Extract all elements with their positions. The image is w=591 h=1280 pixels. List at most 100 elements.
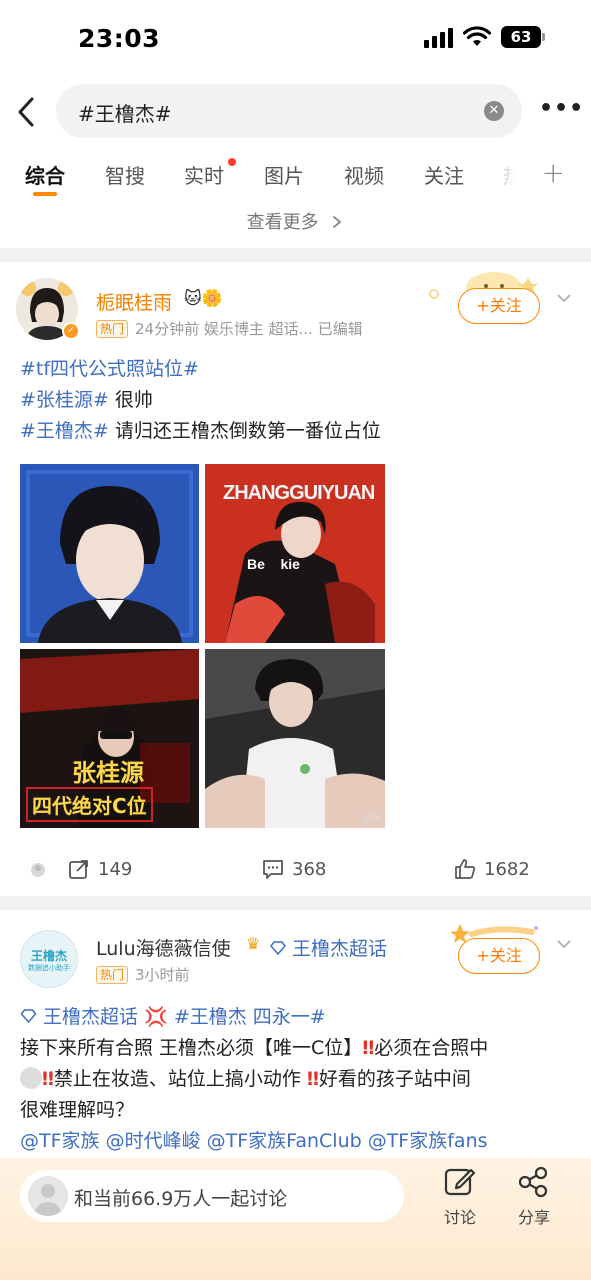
post-photo[interactable] [20,464,199,643]
username[interactable]: 栀眠桂雨 [96,288,172,315]
share-icon [518,1166,548,1198]
casual-photo [205,649,385,828]
tab-following[interactable]: 关注 [424,160,464,189]
post-card: 王橹杰 数据追小助手 Lulu海德薇信使 ♛ 王橹杰超话 热门 3小时前 +关注… [0,910,591,1170]
post-text: #tf四代公式照站位# #张桂源# 很帅 #王橹杰# 请归还王橹杰倒数第一番位占… [20,354,381,447]
discussion-input[interactable]: 和当前66.9万人一起讨论 [20,1170,404,1222]
share-label: 分享 [517,1208,550,1227]
post-line-text: 请归还王橹杰倒数第一番位占位 [108,420,381,442]
member-badge-icon: 🐱🌼 [184,289,223,309]
status-bar: 23:03 63 [0,0,591,80]
post-line: 接下来所有合照 王橹杰必须【唯一C位】‼必须在合照中 [20,1033,580,1064]
photo-caption: 张桂源 [72,759,144,787]
tab-realtime[interactable]: 实时 [184,160,224,189]
post-photo[interactable]: @TF [205,649,385,828]
photo-caption: Be kie [247,556,300,572]
see-more-link[interactable]: 查看更多 [0,208,591,234]
chevron-left-icon [18,97,34,127]
comment-icon [263,860,283,879]
avatar [28,1176,68,1216]
verified-badge-icon: ✓ [62,322,80,340]
photo-caption: 四代绝对C位 [26,787,153,822]
post-photo[interactable]: ZHANGGUIYUAN Be kie [205,464,385,643]
battery-icon: 63 [501,26,545,48]
photo-caption: @TF [361,814,381,824]
hot-badge: 热门 [96,319,129,338]
back-button[interactable] [12,94,44,130]
share-button[interactable]: 分享 [504,1166,564,1228]
discussion-placeholder: 和当前66.9万人一起讨论 [74,1188,288,1210]
follow-button[interactable]: +关注 [458,288,540,324]
hashtag-link[interactable]: #tf四代公式照站位# [20,358,199,380]
search-input[interactable]: #王橹杰# ✕ [56,84,522,138]
supertopic-link[interactable]: 王橹杰超话 [43,1006,138,1028]
search-query: #王橹杰# [78,102,172,126]
diamond-icon [270,941,286,956]
post-line-text: 很帅 [108,389,153,411]
post-line: #张桂源# 很帅 [20,385,381,416]
repost-icon [69,860,88,879]
post-line-text: 必须在合照中 [374,1037,489,1059]
hashtag-link[interactable]: #王橹杰# [20,420,109,442]
discuss-button[interactable]: 讨论 [430,1166,490,1228]
wifi-icon [463,26,491,46]
tab-smart-search[interactable]: 智搜 [105,160,145,189]
like-count: 1682 [484,858,530,880]
post-line: 王橹杰超话 💢 #王橹杰 四永一# [20,1002,580,1033]
tab-videos[interactable]: 视频 [344,160,384,189]
tab-comprehensive[interactable]: 综合 [25,160,65,189]
follow-button[interactable]: +关注 [458,938,540,974]
tab-images[interactable]: 图片 [264,160,304,189]
post-line-text: 禁止在妆造、站位上搞小动作 [53,1068,301,1090]
discuss-label: 讨论 [443,1208,476,1227]
user-icon [28,1176,68,1216]
supertopic-link[interactable]: 王橹杰超话 [270,934,387,961]
mentions[interactable]: @TF家族 @时代峰峻 @TF家族FanClub @TF家族fans [20,1126,580,1157]
chevron-down-icon[interactable] [556,936,572,952]
thumbs-up-icon [455,859,476,879]
post-line: #tf四代公式照站位# [20,354,381,385]
chevron-right-icon [333,216,342,228]
double-exclamation-icon: ‼ [362,1037,375,1059]
repost-button[interactable]: 149 [68,858,132,880]
search-row: #王橹杰# ✕ ••• [0,84,591,140]
avatar[interactable]: 王橹杰 数据追小助手 [20,930,78,988]
chevron-down-icon[interactable] [556,290,572,306]
hashtag-link[interactable]: #张桂源# [20,389,109,411]
tab-fade [480,156,530,196]
tab-bar: 综合 智搜 实时 图片 视频 关注 热 + [0,156,591,200]
floating-avatar [20,1067,42,1089]
portrait-photo [20,464,199,643]
post-meta-text: 24分钟前 娱乐博主 超话... 已编辑 [135,320,363,338]
post-photo[interactable]: 张桂源 四代绝对C位 [20,649,199,828]
double-exclamation-icon: ‼ [42,1068,54,1090]
small-avatar-icon [31,863,45,877]
avatar-text: 王橹杰 [30,949,67,963]
like-button[interactable]: 1682 [454,858,530,880]
section-divider [0,248,591,262]
see-more-label: 查看更多 [246,212,319,233]
post-meta-text: 3小时前 [135,966,190,984]
hot-badge: 热门 [96,965,129,984]
post-line-text: 很难理解吗？ [20,1099,135,1121]
clear-icon[interactable]: ✕ [484,101,504,121]
post-line: #王橹杰# 请归还王橹杰倒数第一番位占位 [20,416,381,447]
post-text: 王橹杰超话 💢 #王橹杰 四永一# 接下来所有合照 王橹杰必须【唯一C位】‼必须… [20,1002,580,1157]
hashtag-link[interactable]: #王橹杰 四永一# [174,1006,326,1028]
post-line-text: 接下来所有合照 王橹杰必须【唯一C位】 [20,1037,363,1059]
section-divider [0,896,591,910]
diamond-icon [20,1009,37,1024]
post-line: ‼禁止在妆造、站位上搞小动作 ‼好看的孩子站中间 [20,1064,580,1095]
more-options-button[interactable]: ••• [539,96,583,126]
comment-button[interactable]: 368 [262,858,326,880]
add-tab-icon[interactable]: + [542,156,565,189]
supertopic-label: 王橹杰超话 [292,938,388,960]
anger-emoji-icon: 💢 [144,1006,168,1028]
post-line: 很难理解吗？ [20,1095,580,1126]
edit-icon [444,1168,476,1196]
username[interactable]: Lulu海德薇信使 [96,934,231,961]
comment-count: 368 [292,858,327,880]
post-meta: 热门 3小时前 [96,964,190,985]
post-actions: 149 368 1682 [0,850,591,890]
status-icons: 63 [424,26,545,48]
